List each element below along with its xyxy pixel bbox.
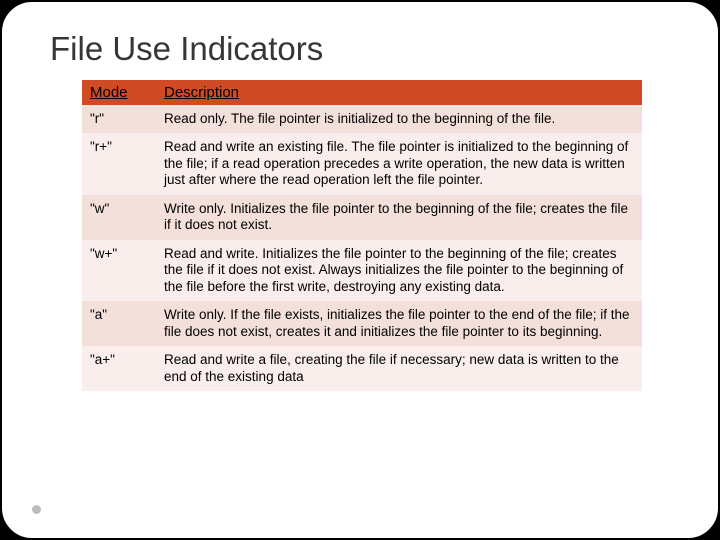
cell-mode: "r"	[82, 105, 156, 133]
cell-mode: "r+"	[82, 133, 156, 194]
table-row: "a"Write only. If the file exists, initi…	[82, 301, 642, 346]
table-row: "a+"Read and write a file, creating the …	[82, 346, 642, 391]
cell-mode: "w+"	[82, 240, 156, 301]
file-modes-table: Mode Description "r"Read only. The file …	[82, 80, 642, 391]
bullet-icon	[32, 505, 41, 514]
table-row: "w"Write only. Initializes the file poin…	[82, 195, 642, 240]
cell-desc: Read and write. Initializes the file poi…	[156, 240, 642, 301]
header-mode: Mode	[82, 80, 156, 105]
cell-mode: "a+"	[82, 346, 156, 391]
cell-desc: Write only. Initializes the file pointer…	[156, 195, 642, 240]
table-row: "r+"Read and write an existing file. The…	[82, 133, 642, 194]
cell-desc: Write only. If the file exists, initiali…	[156, 301, 642, 346]
slide-title: File Use Indicators	[50, 30, 678, 68]
cell-desc: Read only. The file pointer is initializ…	[156, 105, 642, 133]
cell-mode: "a"	[82, 301, 156, 346]
cell-mode: "w"	[82, 195, 156, 240]
table-header-row: Mode Description	[82, 80, 642, 105]
slide: File Use Indicators Mode Description "r"…	[0, 0, 720, 540]
header-description: Description	[156, 80, 642, 105]
table-row: "w+"Read and write. Initializes the file…	[82, 240, 642, 301]
table-row: "r"Read only. The file pointer is initia…	[82, 105, 642, 133]
cell-desc: Read and write a file, creating the file…	[156, 346, 642, 391]
cell-desc: Read and write an existing file. The fil…	[156, 133, 642, 194]
